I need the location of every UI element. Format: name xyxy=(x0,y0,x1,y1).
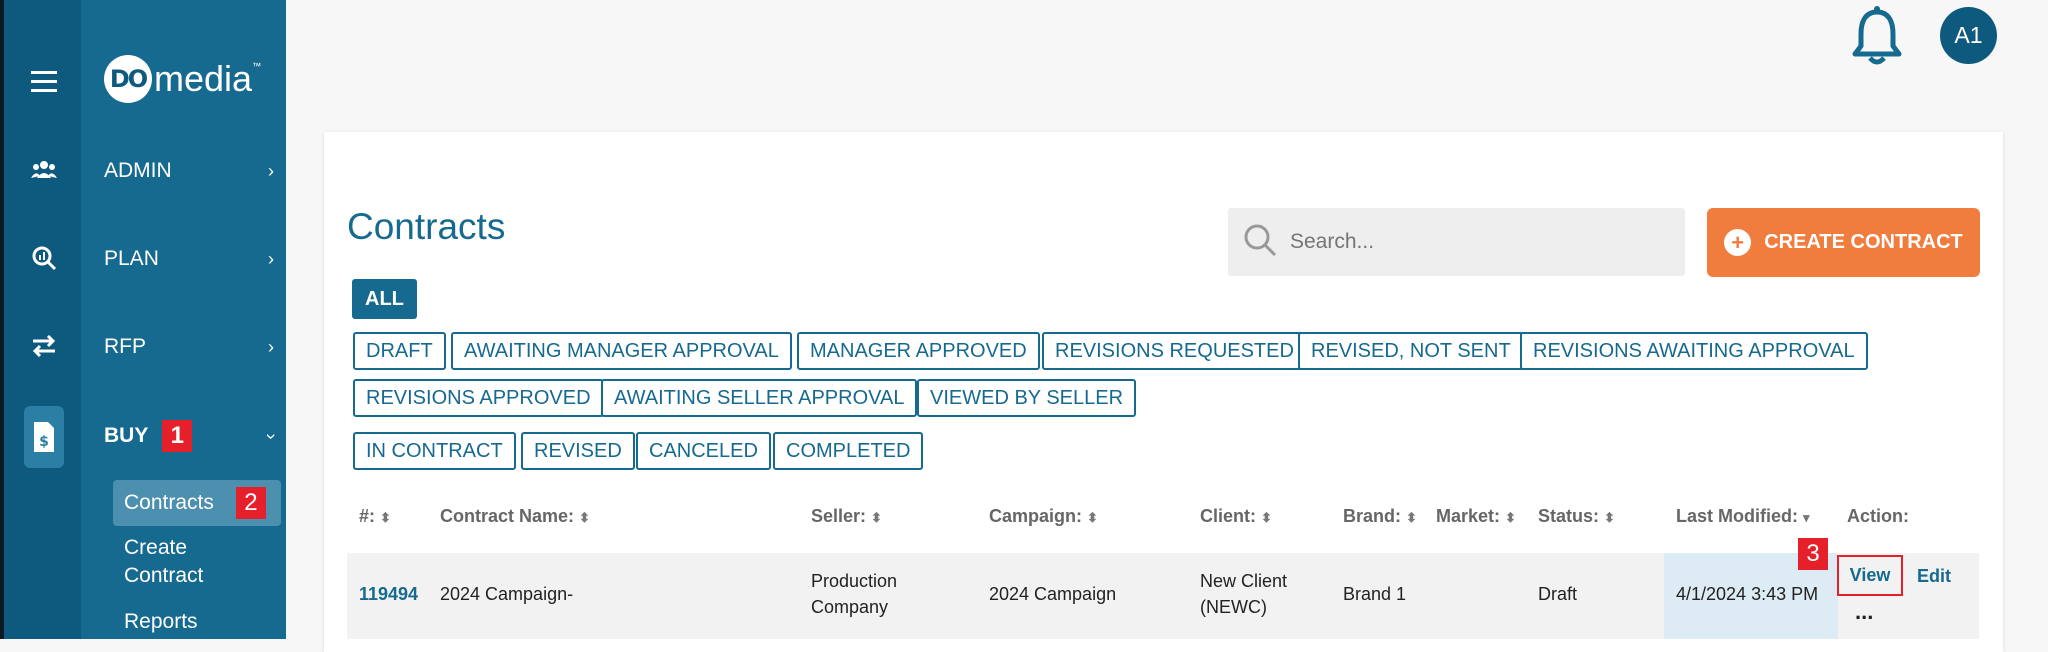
column-header-label: Client: xyxy=(1200,506,1256,526)
chevron-down-icon: › xyxy=(261,433,282,439)
sidebar-item-label: ADMIN xyxy=(104,159,172,182)
create-contract-label: CREATE CONTRACT xyxy=(1764,231,1963,253)
logo-text: media xyxy=(154,58,253,99)
sidebar-item-label: RFP xyxy=(104,335,146,358)
sort-desc-icon: ▾ xyxy=(1803,510,1810,525)
filter-viewed-by-seller[interactable]: VIEWED BY SELLER xyxy=(917,379,1137,417)
chevron-right-icon: › xyxy=(268,248,274,269)
sidebar-subitem-label: Create Contract xyxy=(124,536,204,587)
more-actions-button[interactable]: ... xyxy=(1855,599,1873,625)
view-label: View xyxy=(1849,565,1891,585)
chevron-right-icon: › xyxy=(268,160,274,181)
filter-manager-approved[interactable]: MANAGER APPROVED xyxy=(797,332,1040,370)
view-button[interactable]: View xyxy=(1837,555,1903,596)
column-header-market[interactable]: Market: ⬍ xyxy=(1436,506,1516,527)
column-header-label: Brand: xyxy=(1343,506,1401,526)
filter-awaiting-manager-approval[interactable]: AWAITING MANAGER APPROVAL xyxy=(451,332,792,370)
transfer-icon[interactable] xyxy=(22,324,66,368)
filter-revised[interactable]: REVISED xyxy=(521,432,635,470)
search-icon xyxy=(1242,222,1278,263)
filter-all[interactable]: ALL xyxy=(352,279,417,319)
icon-rail: $ xyxy=(0,0,81,639)
column-header-status[interactable]: Status: ⬍ xyxy=(1538,506,1615,527)
plus-icon: + xyxy=(1724,229,1752,256)
filter-completed[interactable]: COMPLETED xyxy=(773,432,924,470)
column-header-label: Seller: xyxy=(811,506,867,526)
sidebar-item-rfp[interactable]: RFP › xyxy=(104,327,274,367)
sidebar-item-admin[interactable]: ADMIN › xyxy=(104,151,274,191)
seller-cell: Production Company xyxy=(811,571,898,617)
filter-canceled[interactable]: CANCELED xyxy=(636,432,771,470)
sort-icon: ⬍ xyxy=(1406,510,1417,525)
invoice-icon[interactable]: $ xyxy=(24,406,64,468)
create-contract-button[interactable]: + CREATE CONTRACT xyxy=(1707,208,1980,277)
column-header-campaign[interactable]: Campaign: ⬍ xyxy=(989,506,1098,527)
bell-icon[interactable] xyxy=(1848,6,1906,66)
sidebar-subitem-contracts[interactable]: Contracts 2 xyxy=(113,480,281,526)
sort-icon: ⬍ xyxy=(1505,510,1516,525)
filter-revised-not-sent[interactable]: REVISED, NOT SENT xyxy=(1298,332,1524,370)
sort-icon: ⬍ xyxy=(579,510,590,525)
sort-icon: ⬍ xyxy=(380,510,391,525)
column-header-id[interactable]: #: ⬍ xyxy=(359,506,391,527)
last-modified-cell: 4/1/2024 3:43 PM xyxy=(1676,584,1819,604)
filter-revisions-awaiting-approval[interactable]: REVISIONS AWAITING APPROVAL xyxy=(1520,332,1868,370)
sort-icon: ⬍ xyxy=(1261,510,1272,525)
analytics-icon[interactable] xyxy=(22,236,66,280)
status-cell: Draft xyxy=(1538,584,1578,604)
logo-mark: DO xyxy=(104,55,152,103)
contract-name-cell: 2024 Campaign- xyxy=(440,584,574,604)
filter-revisions-requested[interactable]: REVISIONS REQUESTED xyxy=(1042,332,1307,370)
column-header-label: Market: xyxy=(1436,506,1501,526)
column-header-label: #: xyxy=(359,506,376,526)
user-avatar[interactable]: A1 xyxy=(1940,7,1997,64)
chevron-right-icon: › xyxy=(268,336,274,357)
sidebar-item-plan[interactable]: PLAN › xyxy=(104,239,274,279)
annotation-badge: 3 xyxy=(1798,538,1828,570)
column-header-last-modified[interactable]: Last Modified: ▾ xyxy=(1676,506,1810,527)
search-box[interactable] xyxy=(1228,208,1685,276)
sidebar-subitem-create-contract[interactable]: Create Contract xyxy=(113,534,243,590)
column-header-label: Campaign: xyxy=(989,506,1083,526)
column-header-client[interactable]: Client: ⬍ xyxy=(1200,506,1272,527)
hamburger-menu-icon[interactable] xyxy=(22,60,66,104)
page-title: Contracts xyxy=(347,206,506,247)
sidebar-subitem-reports[interactable]: Reports xyxy=(113,608,281,636)
filter-draft[interactable]: DRAFT xyxy=(353,332,446,370)
users-icon[interactable] xyxy=(22,148,66,192)
logo-tm: ™ xyxy=(252,61,262,71)
contract-id-link[interactable]: 119494 xyxy=(359,581,418,607)
search-input[interactable] xyxy=(1290,230,1670,254)
brand-cell: Brand 1 xyxy=(1343,584,1407,604)
sidebar-subitem-label: Reports xyxy=(124,610,198,633)
edit-button[interactable]: Edit xyxy=(1917,563,1951,589)
filter-awaiting-seller-approval[interactable]: AWAITING SELLER APPROVAL xyxy=(601,379,918,417)
column-header-contract-name[interactable]: Contract Name: ⬍ xyxy=(440,506,590,527)
annotation-badge: 1 xyxy=(162,420,193,452)
column-header-label: Contract Name: xyxy=(440,506,575,526)
svg-text:$: $ xyxy=(39,434,49,450)
sort-icon: ⬍ xyxy=(1087,510,1098,525)
domedia-logo[interactable]: DO media ™ xyxy=(104,55,261,103)
sort-icon: ⬍ xyxy=(871,510,882,525)
column-header-action: Action: xyxy=(1847,506,1909,526)
campaign-cell: 2024 Campaign xyxy=(989,584,1117,604)
sidebar-item-buy[interactable]: BUY 1 › xyxy=(104,416,282,456)
column-header-brand[interactable]: Brand: ⬍ xyxy=(1343,506,1417,527)
filter-revisions-approved[interactable]: REVISIONS APPROVED xyxy=(353,379,604,417)
annotation-badge: 2 xyxy=(235,487,266,519)
client-cell: New Client (NEWC) xyxy=(1200,571,1288,617)
column-header-seller[interactable]: Seller: ⬍ xyxy=(811,506,882,527)
filter-in-contract[interactable]: IN CONTRACT xyxy=(353,432,516,470)
column-header-label: Status: xyxy=(1538,506,1600,526)
sidebar-item-label: BUY xyxy=(104,424,149,447)
sidebar-subitem-label: Contracts xyxy=(124,491,214,514)
sidebar-item-label: PLAN xyxy=(104,247,159,270)
column-header-label: Last Modified: xyxy=(1676,506,1798,526)
sort-icon: ⬍ xyxy=(1604,510,1615,525)
